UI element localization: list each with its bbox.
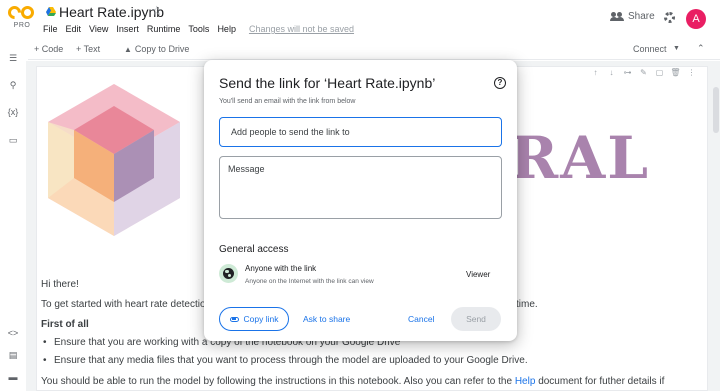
command-palette-icon[interactable]: ▤ <box>7 349 19 361</box>
scrollbar-thumb[interactable] <box>713 87 719 133</box>
more-icon[interactable]: ⋮ <box>686 67 697 78</box>
left-rail: ☰ ⚲ {x} ▭ <> ▤ ▬ <box>0 40 26 391</box>
copy-link-button[interactable]: Copy link <box>219 307 289 331</box>
menu-insert[interactable]: Insert <box>116 24 139 34</box>
connect-button[interactable]: Connect <box>633 44 667 54</box>
top-header: PRO Heart Rate.ipynb ☆ File Edit View In… <box>0 0 720 40</box>
menu-tools[interactable]: Tools <box>188 24 209 34</box>
menu-edit[interactable]: Edit <box>66 24 82 34</box>
search-icon[interactable]: ⚲ <box>7 79 19 91</box>
access-title: Anyone with the link <box>245 264 317 273</box>
footer-text-start: You should be able to run the model by f… <box>41 376 513 387</box>
move-up-icon[interactable]: ↑ <box>590 67 601 78</box>
link-icon[interactable]: ⊶ <box>622 67 633 78</box>
menu-runtime[interactable]: Runtime <box>147 24 181 34</box>
ask-to-share-button[interactable]: Ask to share <box>303 314 350 324</box>
intro-text-end: time. <box>516 299 538 310</box>
copy-link-label: Copy link <box>243 314 279 324</box>
colab-logo-icon <box>5 3 36 22</box>
help-icon[interactable]: ? <box>494 77 506 89</box>
copy-to-drive-label: Copy to Drive <box>134 44 190 54</box>
add-text-button[interactable]: + Text <box>76 44 100 54</box>
share-button[interactable]: Share <box>610 11 655 22</box>
send-link-dialog: Send the link for ‘Heart Rate.ipynb’ ? Y… <box>204 60 517 341</box>
notebook-title[interactable]: Heart Rate.ipynb <box>59 4 164 20</box>
menu-file[interactable]: File <box>43 24 58 34</box>
access-description: Anyone on the Internet with the link can… <box>245 278 374 285</box>
footer-text: You should be able to run the model by f… <box>41 376 664 387</box>
send-button[interactable]: Send <box>451 307 501 331</box>
gear-icon[interactable] <box>664 12 675 23</box>
role-select[interactable]: Viewer <box>466 270 490 279</box>
footer-text-end: document for futher details if <box>538 376 665 387</box>
share-label: Share <box>628 11 655 22</box>
chevron-up-icon[interactable]: ⌃ <box>697 43 705 54</box>
terminal-icon[interactable]: ▬ <box>7 371 19 383</box>
cube-illustration <box>48 84 180 236</box>
link-icon <box>229 316 239 322</box>
dialog-title: Send the link for ‘Heart Rate.ipynb’ <box>219 75 436 91</box>
cell-toolbar: ↑ ↓ ⊶ ✎ ▢ 🗑 ⋮ <box>590 67 697 78</box>
copy-to-drive-button[interactable]: ▲ Copy to Drive <box>124 44 189 54</box>
menu-view[interactable]: View <box>89 24 108 34</box>
edit-icon[interactable]: ✎ <box>638 67 649 78</box>
delete-icon[interactable]: 🗑 <box>670 67 681 78</box>
globe-icon <box>219 264 238 283</box>
help-link[interactable]: Help <box>515 376 536 387</box>
message-field[interactable] <box>219 156 502 219</box>
people-icon <box>610 12 624 21</box>
menu-help[interactable]: Help <box>217 24 236 34</box>
list-item: Ensure that any media files that you wan… <box>43 355 528 366</box>
banner-text: RAL <box>510 124 650 192</box>
logo-pro-label: PRO <box>13 22 31 29</box>
folder-icon[interactable]: ▭ <box>7 134 19 146</box>
add-people-input[interactable] <box>219 117 502 147</box>
star-icon[interactable]: ☆ <box>151 3 163 19</box>
cancel-button[interactable]: Cancel <box>408 314 434 324</box>
greeting-text: Hi there! <box>41 279 79 290</box>
general-access-heading: General access <box>219 244 289 255</box>
menu-bar: File Edit View Insert Runtime Tools Help… <box>43 24 354 34</box>
move-down-icon[interactable]: ↓ <box>606 67 617 78</box>
mirror-icon[interactable]: ▢ <box>654 67 665 78</box>
drive-icon <box>46 7 56 16</box>
add-code-button[interactable]: + Code <box>34 44 63 54</box>
intro-text-start: To get started with heart rate detectio <box>41 299 206 310</box>
chevron-down-icon[interactable]: ▼ <box>673 45 680 52</box>
first-of-all-heading: First of all <box>41 319 89 330</box>
scrollbar[interactable] <box>712 61 720 391</box>
changes-notice-link[interactable]: Changes will not be saved <box>249 24 354 34</box>
drive-small-icon: ▲ <box>124 44 132 54</box>
variables-icon[interactable]: {x} <box>7 106 19 118</box>
colab-logo[interactable]: PRO <box>5 3 36 36</box>
avatar[interactable]: A <box>686 9 706 29</box>
dialog-subtitle: You'll send an email with the link from … <box>219 98 356 105</box>
table-of-contents-icon[interactable]: ☰ <box>7 52 19 64</box>
code-snippets-icon[interactable]: <> <box>7 327 19 339</box>
